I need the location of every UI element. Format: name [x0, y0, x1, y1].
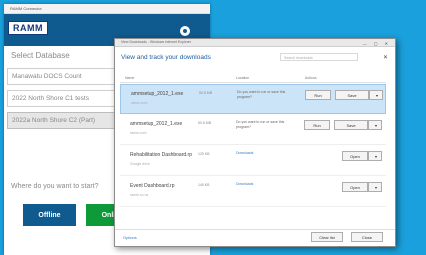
select-database-label: Select Database [11, 51, 70, 60]
settings-icon[interactable] [180, 26, 190, 36]
header-divider [120, 82, 386, 83]
download-size: 50.8 MB [199, 91, 213, 95]
download-location-link[interactable]: Downloads [236, 182, 298, 187]
offline-button[interactable]: Offline [23, 204, 76, 226]
save-button[interactable]: Save [334, 120, 368, 130]
download-size: 140 KB [198, 183, 210, 187]
window-controls[interactable]: — ▢ ✕ [363, 40, 391, 47]
run-button[interactable]: Run [305, 90, 331, 100]
run-button[interactable]: Run [304, 120, 330, 130]
download-filename: Event Dashboard.rp [130, 183, 175, 189]
download-filename: ammsetup_2012_1.exe [130, 121, 183, 127]
download-row[interactable]: ammsetup_2012_1.exe ramm.com 50.8 MB Do … [120, 115, 386, 145]
close-button[interactable]: Close [351, 232, 383, 242]
save-button[interactable]: Save [335, 90, 369, 100]
save-dropdown-icon[interactable]: ▾ [368, 120, 382, 130]
dialog-titlebar: View Downloads - Windows Internet Explor… [115, 39, 395, 47]
download-status: Do you want to run or save this program? [237, 90, 286, 99]
download-row[interactable]: Rehabilitation Dashboard.rp Google drive… [120, 146, 386, 176]
download-location-link[interactable]: Downloads [236, 151, 298, 156]
clear-list-button[interactable]: Clear list [311, 232, 343, 242]
open-button[interactable]: Open [342, 182, 368, 192]
download-filename: ammsetup_2012_1.exe [131, 91, 184, 97]
column-header-actions: Actions [305, 76, 317, 80]
column-header-location[interactable]: Location [236, 76, 249, 80]
save-dropdown-icon[interactable]: ▾ [369, 90, 383, 100]
dialog-title: View Downloads - Windows Internet Explor… [121, 40, 191, 44]
download-size: 50.8 MB [198, 121, 212, 125]
download-source: ramm.com [130, 131, 147, 135]
download-row[interactable]: Event Dashboard.rp ramm.co.nz 140 KB Dow… [120, 177, 386, 207]
download-source: Google drive [130, 162, 150, 166]
download-filename: Rehabilitation Dashboard.rp [130, 152, 192, 158]
open-dropdown-icon[interactable]: ▾ [368, 151, 382, 161]
download-status: Do you want to run or save this program? [236, 120, 285, 129]
download-row[interactable]: ammsetup_2012_1.exe ramm.com 50.8 MB Do … [120, 84, 386, 114]
column-header-name[interactable]: Name [125, 76, 134, 80]
downloads-dialog: View Downloads - Windows Internet Explor… [114, 38, 396, 247]
start-location-prompt: Where do you want to start? [11, 183, 99, 190]
ramm-logo: RAMM [8, 21, 48, 35]
search-downloads-input[interactable]: Search downloads [280, 53, 358, 61]
dialog-heading: View and track your downloads [121, 54, 211, 61]
download-source: ramm.co.nz [130, 193, 149, 197]
close-icon[interactable]: ✕ [383, 54, 388, 61]
options-link[interactable]: Options [123, 235, 137, 240]
download-source: ramm.com [131, 101, 148, 105]
app-titlebar: RAMM Connector [4, 4, 210, 14]
download-size: 120 KB [198, 152, 210, 156]
footer-divider [115, 229, 395, 230]
open-dropdown-icon[interactable]: ▾ [368, 182, 382, 192]
open-button[interactable]: Open [342, 151, 368, 161]
